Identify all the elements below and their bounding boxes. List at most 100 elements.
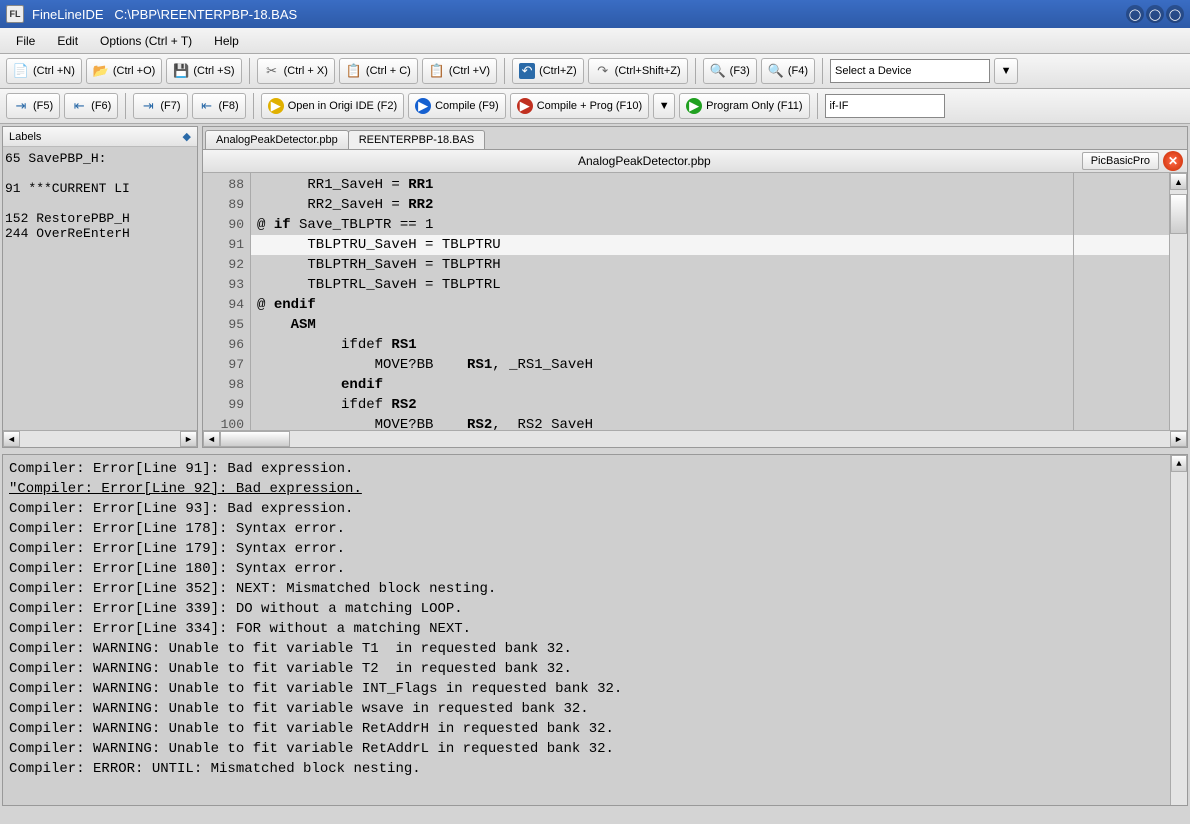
compile-button[interactable]: ▶Compile (F9) <box>408 93 506 119</box>
line-gutter: 888990919293949596979899100 <box>203 173 251 430</box>
step-run-icon: ⇤ <box>199 98 215 114</box>
open-button[interactable]: 📂(Ctrl +O) <box>86 58 162 84</box>
editor-area: AnalogPeakDetector.pbpREENTERPBP-18.BAS … <box>202 126 1188 448</box>
output-panel[interactable]: Compiler: Error[Line 91]: Bad expression… <box>2 454 1188 806</box>
labels-panel: Labels ◆ 65 SavePBP_H: 91 ***CURRENT LI … <box>2 126 198 448</box>
output-line[interactable]: Compiler: Error[Line 93]: Bad expression… <box>9 499 1181 519</box>
output-line[interactable]: Compiler: Error[Line 179]: Syntax error. <box>9 539 1181 559</box>
find-button[interactable]: 🔍(F3) <box>703 58 757 84</box>
chevron-down-icon: ▼ <box>659 100 670 112</box>
new-file-icon: 📄 <box>13 63 29 79</box>
menu-options[interactable]: Options (Ctrl + T) <box>90 31 202 51</box>
toolbar-row-2: ⇥(F5) ⇤(F6) ⇥(F7) ⇤(F8) ▶Open in Origi I… <box>0 89 1190 124</box>
redo-button[interactable]: ↷(Ctrl+Shift+Z) <box>588 58 688 84</box>
scroll-right-icon[interactable]: ► <box>1170 431 1187 447</box>
compile-prog-button[interactable]: ▶Compile + Prog (F10) <box>510 93 649 119</box>
output-line[interactable]: Compiler: Error[Line 178]: Syntax error. <box>9 519 1181 539</box>
labels-sort-icon[interactable]: ◆ <box>183 130 191 143</box>
step-f5-button[interactable]: ⇥(F5) <box>6 93 60 119</box>
step-over-icon: ⇤ <box>71 98 87 114</box>
program-only-button[interactable]: ▶Program Only (F11) <box>679 93 809 119</box>
step-f7-button[interactable]: ⇥(F7) <box>133 93 187 119</box>
labels-panel-header[interactable]: Labels ◆ <box>3 127 197 147</box>
menubar: File Edit Options (Ctrl + T) Help <box>0 28 1190 54</box>
play-blue-icon: ▶ <box>415 98 431 114</box>
document-title: AnalogPeakDetector.pbp <box>207 154 1082 168</box>
scroll-thumb[interactable] <box>220 431 290 447</box>
window-min-icon[interactable]: ◯ <box>1126 5 1144 23</box>
save-icon: 💾 <box>173 63 189 79</box>
labels-list[interactable]: 65 SavePBP_H: 91 ***CURRENT LI 152 Resto… <box>3 147 197 430</box>
compile-dropdown[interactable]: ▼ <box>653 93 675 119</box>
chevron-down-icon: ▼ <box>1001 65 1012 77</box>
findnext-button[interactable]: 🔍(F4) <box>761 58 815 84</box>
separator <box>504 58 505 84</box>
output-line[interactable]: Compiler: ERROR: UNTIL: Mismatched block… <box>9 759 1181 779</box>
scroll-up-icon[interactable]: ▲ <box>1170 173 1187 190</box>
code-editor[interactable]: 888990919293949596979899100 RR1_SaveH = … <box>203 173 1187 430</box>
menu-edit[interactable]: Edit <box>47 31 88 51</box>
scroll-up-icon[interactable]: ▲ <box>1171 455 1187 472</box>
output-vscroll[interactable]: ▲ <box>1170 455 1187 805</box>
cut-icon: ✂ <box>264 63 280 79</box>
output-line[interactable]: Compiler: WARNING: Unable to fit variabl… <box>9 679 1181 699</box>
play-green-icon: ▶ <box>686 98 702 114</box>
step-into-icon: ⇥ <box>13 98 29 114</box>
separator <box>817 93 818 119</box>
device-select[interactable] <box>830 59 990 83</box>
output-line[interactable]: Compiler: WARNING: Unable to fit variabl… <box>9 639 1181 659</box>
play-red-icon: ▶ <box>517 98 533 114</box>
output-line[interactable]: Compiler: WARNING: Unable to fit variabl… <box>9 659 1181 679</box>
step-f6-button[interactable]: ⇤(F6) <box>64 93 118 119</box>
paste-button[interactable]: 📋(Ctrl +V) <box>422 58 497 84</box>
play-yellow-icon: ▶ <box>268 98 284 114</box>
scroll-left-icon[interactable]: ◄ <box>3 431 20 447</box>
output-line[interactable]: Compiler: Error[Line 91]: Bad expression… <box>9 459 1181 479</box>
editor-tab[interactable]: AnalogPeakDetector.pbp <box>205 130 349 149</box>
separator <box>695 58 696 84</box>
cut-button[interactable]: ✂(Ctrl + X) <box>257 58 335 84</box>
copy-button[interactable]: 📋(Ctrl + C) <box>339 58 418 84</box>
output-line[interactable]: "Compiler: Error[Line 92]: Bad expressio… <box>9 479 1181 499</box>
print-margin <box>1073 173 1074 430</box>
output-line[interactable]: Compiler: WARNING: Unable to fit variabl… <box>9 719 1181 739</box>
window-max-icon[interactable]: ◯ <box>1146 5 1164 23</box>
output-line[interactable]: Compiler: Error[Line 180]: Syntax error. <box>9 559 1181 579</box>
scroll-left-icon[interactable]: ◄ <box>203 431 220 447</box>
editor-tab[interactable]: REENTERPBP-18.BAS <box>348 130 486 149</box>
editor-hscroll[interactable]: ◄ ► <box>203 430 1187 447</box>
labels-hscroll[interactable]: ◄ ► <box>3 430 197 447</box>
editor-vscroll[interactable]: ▲ <box>1169 173 1187 430</box>
search-input[interactable] <box>825 94 945 118</box>
new-button[interactable]: 📄(Ctrl +N) <box>6 58 82 84</box>
scroll-thumb[interactable] <box>1170 194 1187 234</box>
paste-icon: 📋 <box>429 63 445 79</box>
toolbar-row-1: 📄(Ctrl +N) 📂(Ctrl +O) 💾(Ctrl +S) ✂(Ctrl … <box>0 54 1190 89</box>
titlebar: FL FineLineIDE C:\PBP\REENTERPBP-18.BAS … <box>0 0 1190 28</box>
output-line[interactable]: Compiler: WARNING: Unable to fit variabl… <box>9 739 1181 759</box>
close-document-button[interactable]: ✕ <box>1163 151 1183 171</box>
find-next-icon: 🔍 <box>768 63 784 79</box>
undo-button[interactable]: ↶(Ctrl+Z) <box>512 58 584 84</box>
language-badge[interactable]: PicBasicPro <box>1082 152 1159 170</box>
save-button[interactable]: 💾(Ctrl +S) <box>166 58 241 84</box>
scroll-right-icon[interactable]: ► <box>180 431 197 447</box>
menu-file[interactable]: File <box>6 31 45 51</box>
output-line[interactable]: Compiler: Error[Line 352]: NEXT: Mismatc… <box>9 579 1181 599</box>
code-content[interactable]: RR1_SaveH = RR1 RR2_SaveH = RR2@ if Save… <box>251 173 1169 430</box>
separator <box>822 58 823 84</box>
output-line[interactable]: Compiler: Error[Line 339]: DO without a … <box>9 599 1181 619</box>
output-line[interactable]: Compiler: Error[Line 334]: FOR without a… <box>9 619 1181 639</box>
step-out-icon: ⇥ <box>140 98 156 114</box>
find-icon: 🔍 <box>710 63 726 79</box>
separator <box>253 93 254 119</box>
step-f8-button[interactable]: ⇤(F8) <box>192 93 246 119</box>
device-dropdown-button[interactable]: ▼ <box>994 58 1018 84</box>
window-close-icon[interactable]: ◯ <box>1166 5 1184 23</box>
open-external-button[interactable]: ▶Open in Origi IDE (F2) <box>261 93 404 119</box>
menu-help[interactable]: Help <box>204 31 249 51</box>
output-line[interactable]: Compiler: WARNING: Unable to fit variabl… <box>9 699 1181 719</box>
copy-icon: 📋 <box>346 63 362 79</box>
separator <box>249 58 250 84</box>
redo-icon: ↷ <box>595 63 611 79</box>
